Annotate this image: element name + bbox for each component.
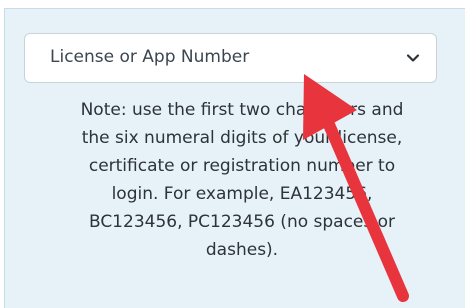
note-line: dashes). (205, 240, 279, 260)
note-line: BC123456, PC123456 (no spaces or (88, 212, 396, 232)
select-value: License or App Number (50, 47, 250, 67)
note-line: certificate or registration number to (88, 156, 396, 176)
note-line: login. For example, EA123456, (111, 184, 373, 204)
note-line: Note: use the first two characters and (80, 100, 404, 120)
note-line: the six numeral digits of your license, (81, 128, 403, 148)
chevron-down-icon (406, 54, 420, 62)
login-type-select[interactable]: License or App Number (24, 33, 437, 83)
login-note: Note: use the first two characters and t… (36, 96, 448, 264)
